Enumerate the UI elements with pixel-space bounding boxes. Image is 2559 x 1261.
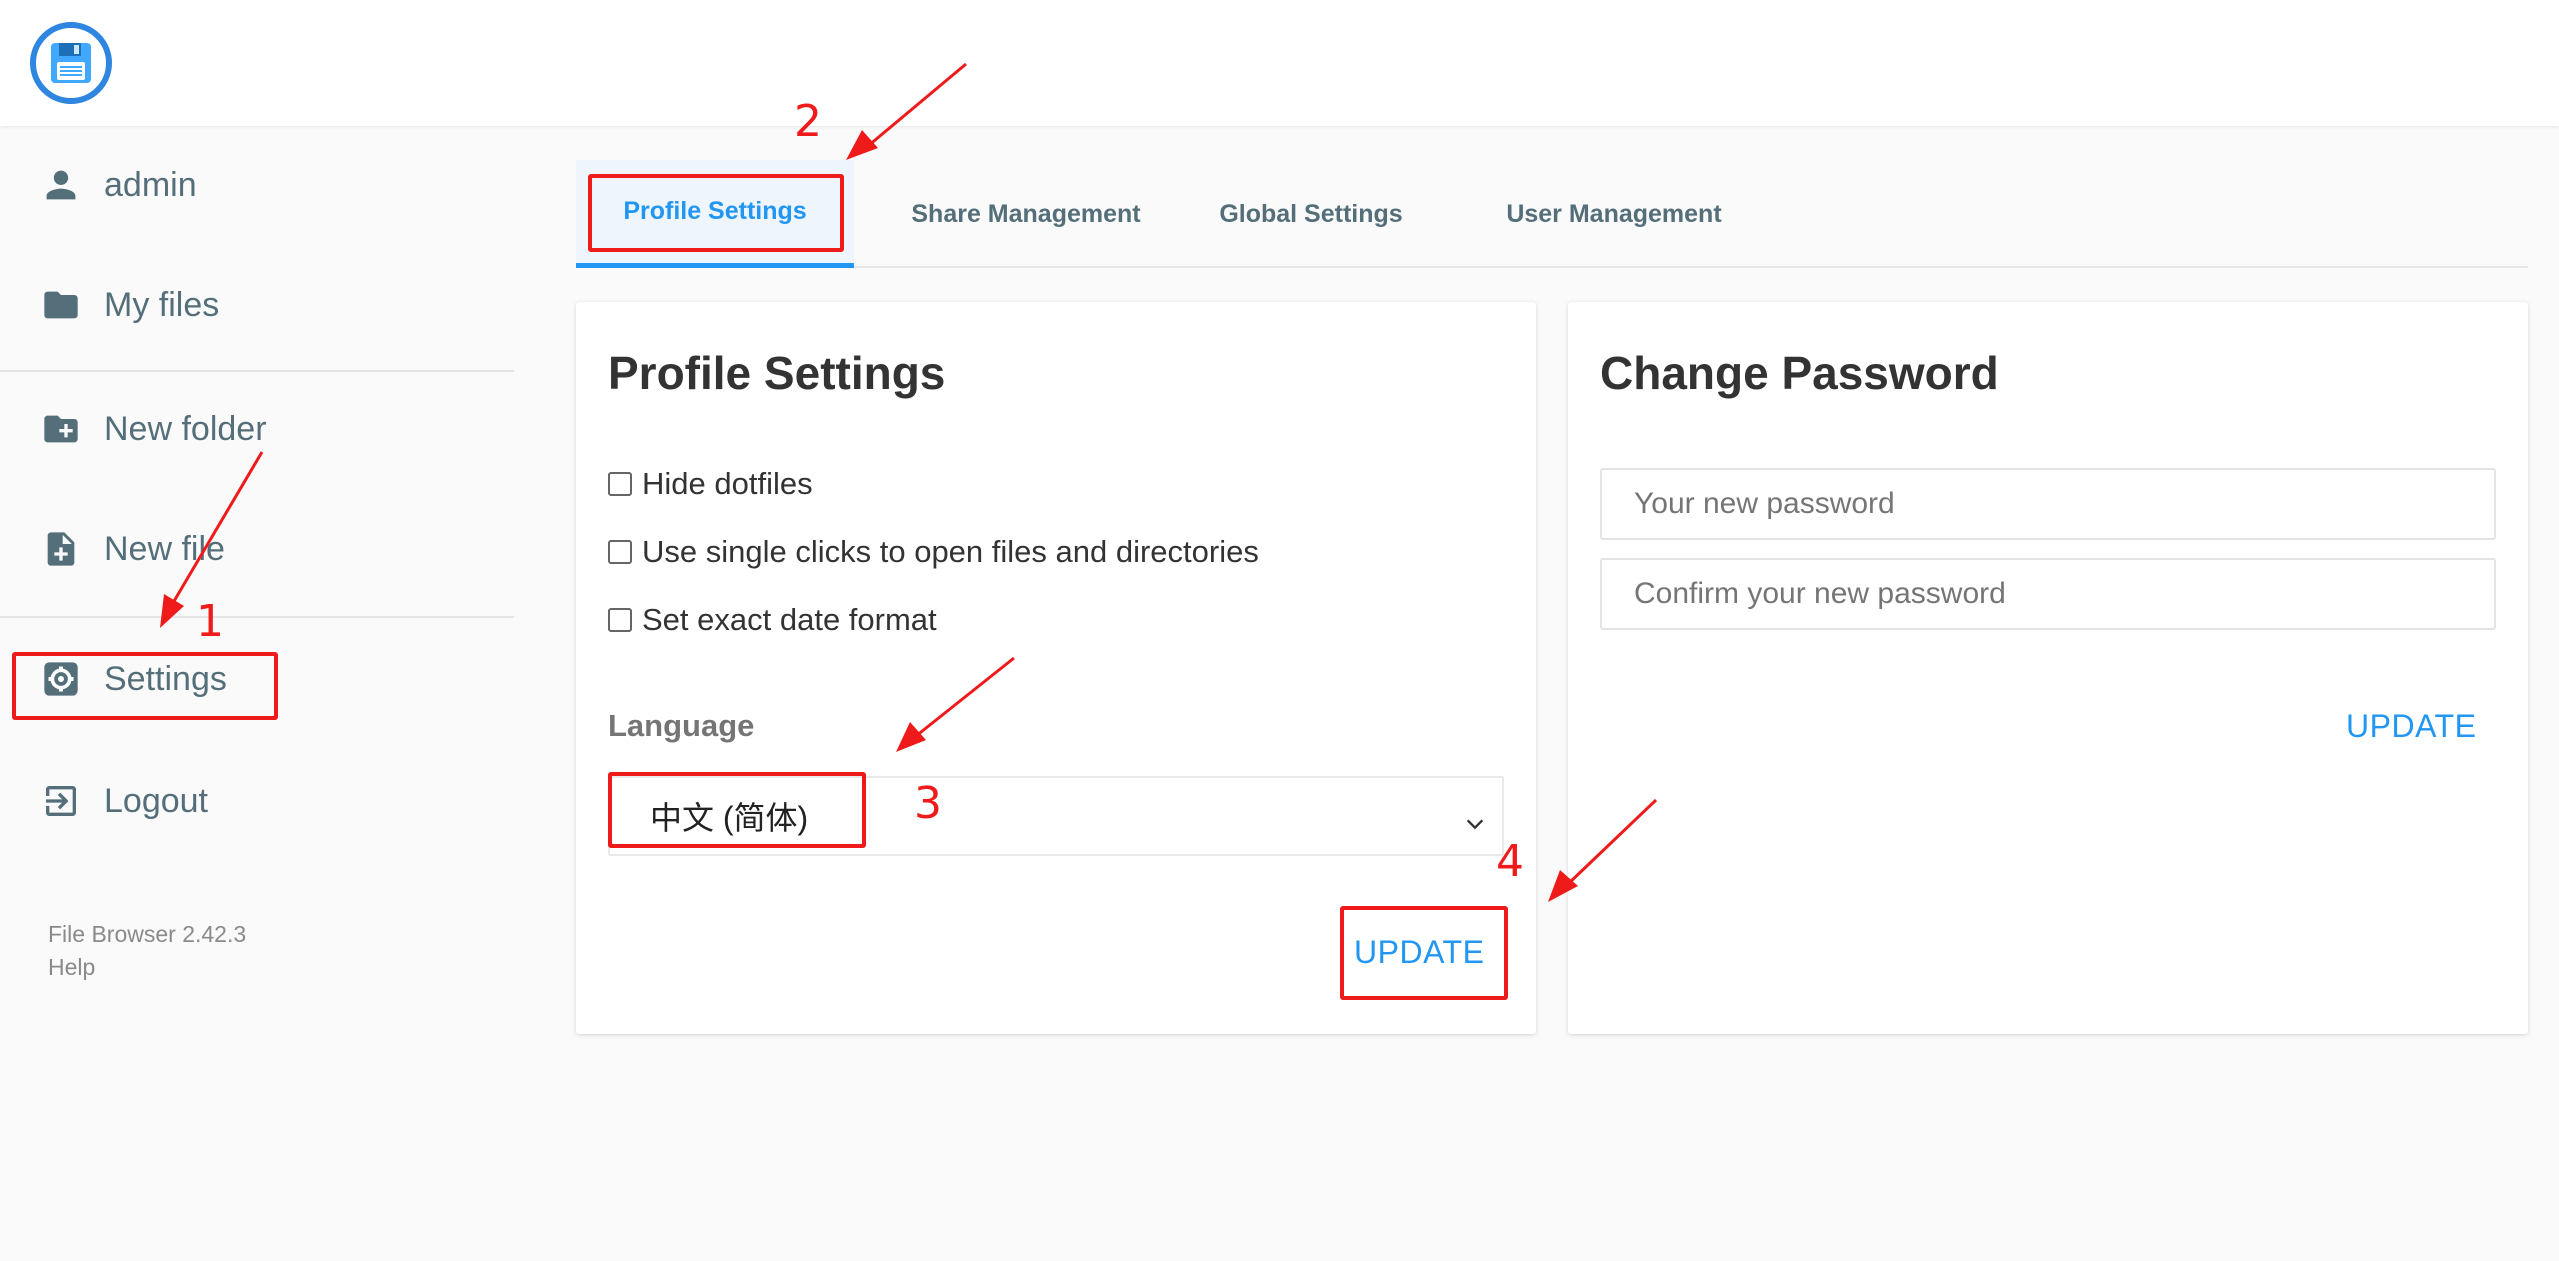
- tab-user-management[interactable]: User Management: [1466, 160, 1762, 268]
- person-icon: [40, 164, 82, 206]
- annotation-number-2: 2: [794, 96, 822, 147]
- language-label: Language: [608, 708, 755, 743]
- help-link[interactable]: Help: [48, 951, 246, 984]
- profile-update-button[interactable]: UPDATE: [1354, 934, 1484, 971]
- sidebar-footer: File Browser 2.42.3 Help: [48, 918, 246, 984]
- card-title: Change Password: [1600, 347, 1999, 399]
- exact-date-option[interactable]: Set exact date format: [608, 602, 937, 638]
- hide-dotfiles-option[interactable]: Hide dotfiles: [608, 466, 813, 502]
- settings-tabs: Profile Settings Share Management Global…: [576, 160, 2528, 268]
- confirm-password-input[interactable]: [1600, 558, 2496, 630]
- annotation-number-3: 3: [914, 778, 942, 829]
- floppy-disk-icon: [51, 43, 91, 83]
- sidebar-divider: [0, 616, 514, 618]
- sidebar-item-admin[interactable]: admin: [0, 130, 514, 240]
- sidebar-item-settings[interactable]: Settings: [0, 624, 514, 734]
- new-folder-icon: [40, 408, 82, 450]
- change-password-card: Change Password UPDATE: [1568, 302, 2528, 1034]
- new-password-input[interactable]: [1600, 468, 2496, 540]
- language-select[interactable]: 中文 (简体): [608, 776, 1504, 856]
- sidebar: admin My files New folder New file Setti…: [0, 126, 514, 1261]
- tab-share-management[interactable]: Share Management: [876, 160, 1176, 268]
- new-file-icon: [40, 528, 82, 570]
- exact-date-checkbox[interactable]: [608, 608, 632, 632]
- annotation-number-4: 4: [1496, 836, 1524, 887]
- tab-profile-settings[interactable]: Profile Settings: [576, 160, 854, 268]
- checkbox-label: Set exact date format: [642, 602, 937, 637]
- password-update-button[interactable]: UPDATE: [2346, 708, 2476, 745]
- checkbox-label: Use single clicks to open files and dire…: [642, 534, 1259, 569]
- version-label: File Browser 2.42.3: [48, 921, 247, 947]
- sidebar-item-label: admin: [104, 165, 197, 204]
- annotation-number-1: 1: [196, 596, 224, 647]
- tab-global-settings[interactable]: Global Settings: [1176, 160, 1446, 268]
- single-click-checkbox[interactable]: [608, 540, 632, 564]
- sidebar-item-label: Logout: [104, 781, 208, 820]
- sidebar-item-my-files[interactable]: My files: [0, 250, 514, 360]
- top-bar: [0, 0, 2559, 126]
- folder-icon: [40, 284, 82, 326]
- chevron-down-icon: [1464, 806, 1486, 843]
- logout-icon: [40, 780, 82, 822]
- sidebar-item-new-file[interactable]: New file: [0, 494, 514, 604]
- app-logo[interactable]: [30, 22, 112, 104]
- card-title: Profile Settings: [608, 347, 946, 399]
- profile-settings-card: Profile Settings Hide dotfiles Use singl…: [576, 302, 1536, 1034]
- gear-icon: [40, 658, 82, 700]
- single-click-option[interactable]: Use single clicks to open files and dire…: [608, 534, 1259, 570]
- sidebar-divider: [0, 370, 514, 372]
- checkbox-label: Hide dotfiles: [642, 466, 813, 501]
- sidebar-item-new-folder[interactable]: New folder: [0, 374, 514, 484]
- sidebar-item-label: Settings: [104, 659, 227, 698]
- hide-dotfiles-checkbox[interactable]: [608, 472, 632, 496]
- sidebar-item-label: My files: [104, 285, 220, 324]
- sidebar-item-label: New folder: [104, 409, 267, 448]
- sidebar-item-logout[interactable]: Logout: [0, 746, 514, 856]
- language-value: 中文 (简体): [650, 800, 809, 836]
- sidebar-item-label: New file: [104, 529, 225, 568]
